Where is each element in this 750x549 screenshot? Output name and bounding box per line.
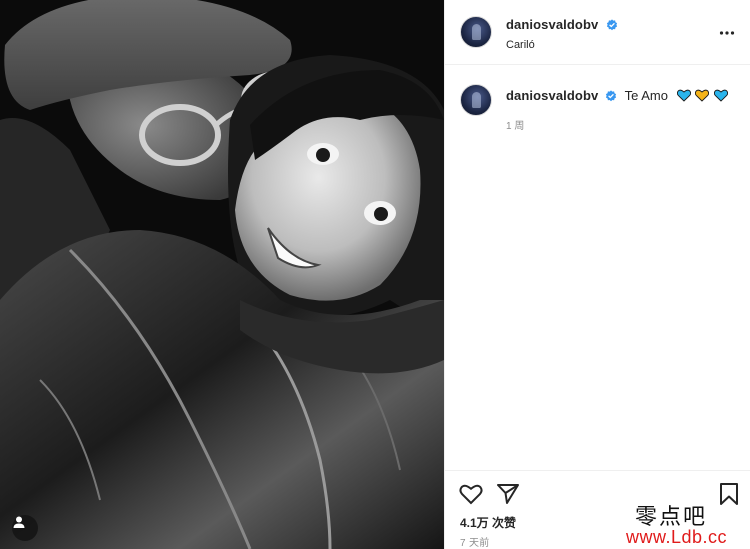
like-heart-icon[interactable] bbox=[458, 481, 484, 507]
caption-username[interactable]: daniosvaldobv bbox=[506, 88, 598, 103]
verified-badge-icon bbox=[606, 19, 617, 31]
caption: daniosvaldobv Te Amo bbox=[506, 88, 728, 103]
watermark-url: www.Ldb.cc bbox=[626, 527, 728, 547]
photo-image bbox=[0, 0, 444, 549]
yellow-heart-icon bbox=[695, 89, 710, 102]
caption-text: Te Amo bbox=[624, 88, 668, 103]
likes-count[interactable]: 4.1万 次赞 bbox=[460, 514, 516, 531]
comments-area: daniosvaldobv Te Amo 1 周 bbox=[445, 66, 750, 470]
save-bookmark-icon[interactable] bbox=[716, 481, 742, 507]
tagged-users-button[interactable] bbox=[12, 515, 38, 541]
blue-heart-icon bbox=[676, 89, 691, 102]
share-send-icon[interactable] bbox=[495, 481, 521, 507]
post-header: daniosvaldobv Cariló bbox=[445, 0, 750, 65]
post-photo[interactable] bbox=[0, 0, 444, 549]
caption-avatar[interactable] bbox=[460, 84, 492, 116]
blue-heart-icon bbox=[713, 89, 728, 102]
user-icon bbox=[13, 516, 25, 528]
avatar[interactable] bbox=[460, 16, 492, 48]
more-options-icon[interactable] bbox=[719, 25, 735, 41]
caption-timestamp[interactable]: 1 周 bbox=[506, 117, 524, 132]
verified-badge-icon bbox=[605, 90, 617, 102]
post-date[interactable]: 7 天前 bbox=[460, 534, 490, 549]
post-side-panel: daniosvaldobv Cariló daniosvaldobv Te Am… bbox=[444, 0, 750, 549]
author-block: daniosvaldobv Cariló bbox=[506, 16, 618, 51]
author-username[interactable]: daniosvaldobv bbox=[506, 17, 598, 32]
post-location[interactable]: Cariló bbox=[506, 39, 618, 51]
